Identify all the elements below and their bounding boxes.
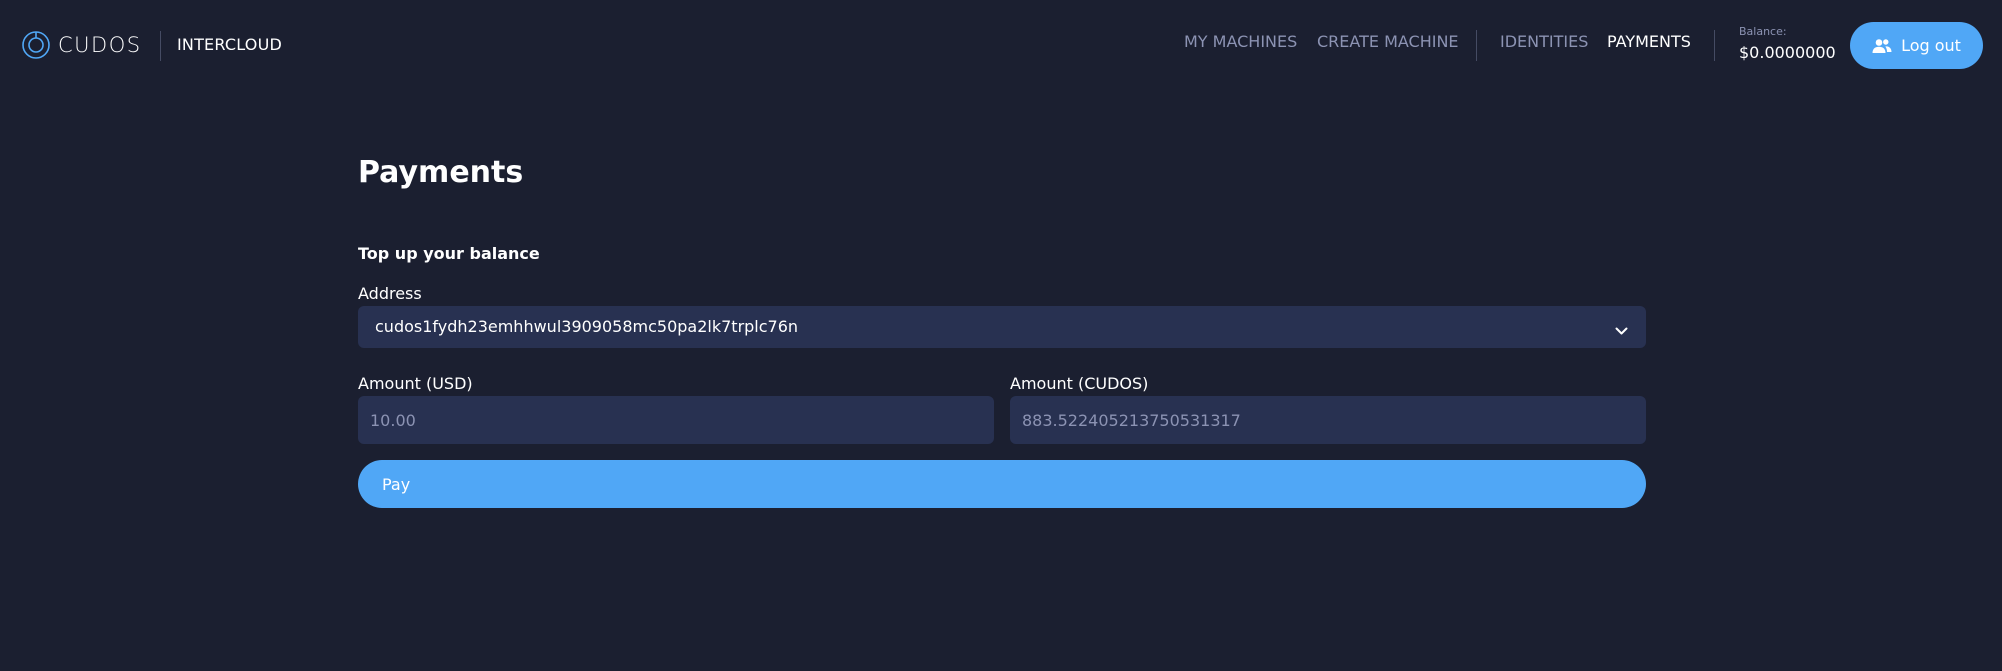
nav-divider [1714, 30, 1715, 61]
logo-text: CUDOS [58, 33, 142, 57]
cudos-logo-icon [22, 31, 50, 59]
nav-payments[interactable]: PAYMENTS [1607, 32, 1691, 51]
balance-label: Balance: [1739, 25, 1787, 38]
nav-identities[interactable]: IDENTITIES [1500, 32, 1588, 51]
users-icon [1872, 38, 1892, 54]
chevron-down-icon [1615, 321, 1628, 340]
amount-usd-input[interactable] [358, 396, 994, 444]
page-title: Payments [358, 155, 524, 190]
nav-divider [1476, 30, 1477, 61]
amount-cudos-label: Amount (CUDOS) [1010, 374, 1149, 393]
address-select-value: cudos1fydh23emhhwul3909058mc50pa2lk7trpl… [375, 317, 799, 336]
amount-usd-label: Amount (USD) [358, 374, 473, 393]
amount-cudos-input[interactable] [1010, 396, 1646, 444]
address-label: Address [358, 284, 422, 303]
logout-button[interactable]: Log out [1850, 22, 1983, 69]
cudos-logo[interactable]: CUDOS [21, 30, 142, 60]
top-navbar: CUDOS INTERCLOUD MY MACHINES CREATE MACH… [0, 0, 2002, 92]
logo-divider [160, 31, 161, 61]
nav-create-machine[interactable]: CREATE MACHINE [1317, 32, 1459, 51]
nav-my-machines[interactable]: MY MACHINES [1184, 32, 1297, 51]
balance-display: Balance: $0.0000000 [1739, 25, 1836, 62]
section-title: Top up your balance [358, 244, 540, 263]
product-name: INTERCLOUD [177, 35, 283, 54]
pay-button[interactable]: Pay [358, 460, 1646, 508]
balance-value: $0.0000000 [1739, 43, 1836, 62]
address-select[interactable]: cudos1fydh23emhhwul3909058mc50pa2lk7trpl… [358, 306, 1646, 348]
logout-label: Log out [1901, 36, 1961, 55]
